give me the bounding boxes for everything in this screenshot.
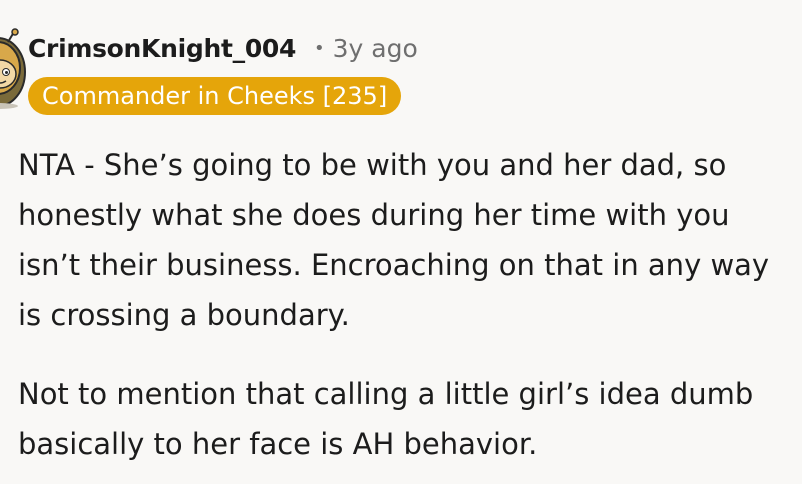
user-avatar[interactable] [0,28,28,110]
comment: CrimsonKnight_004 • 3y ago Commander in C… [0,0,802,484]
username[interactable]: CrimsonKnight_004 [28,34,296,63]
snoo-avatar-icon [0,28,26,109]
timestamp[interactable]: 3y ago [333,34,418,63]
user-flair: Commander in Cheeks [235] [28,77,402,115]
comment-paragraph: NTA - She’s going to be with you and her… [18,148,770,332]
comment-meta: • 3y ago [314,34,418,63]
comment-paragraph: Not to mention that calling a little gir… [18,377,754,461]
comment-body: NTA - She’s going to be with you and her… [18,140,802,484]
meta-separator: • [314,38,325,59]
